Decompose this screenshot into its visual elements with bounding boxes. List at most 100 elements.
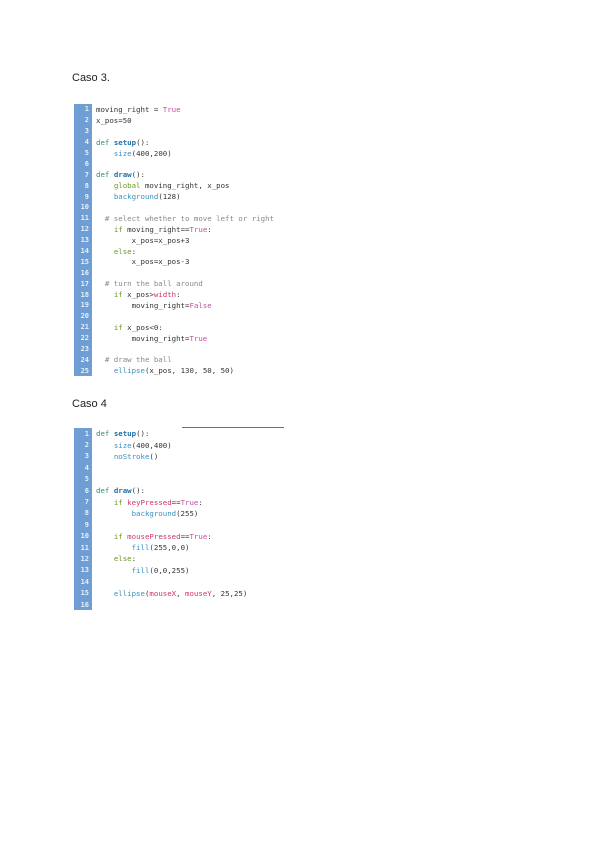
code-token: mousePressed	[127, 531, 181, 541]
code-token: global	[113, 181, 145, 191]
code-line: 4	[74, 462, 286, 474]
code-token: size	[113, 148, 132, 158]
code-text: # draw the ball	[92, 355, 172, 364]
code-text: x_pos=x_pos-3	[92, 257, 190, 266]
code-line: 10 if mousePressed==True:	[74, 530, 286, 542]
line-number: 16	[74, 267, 92, 279]
line-number: 6	[74, 484, 92, 497]
code-line: 25 ellipse(x_pos, 130, 50, 50)	[74, 365, 286, 377]
code-token: def	[96, 429, 114, 439]
line-number: 7	[74, 169, 92, 181]
code-token: # draw the ball	[96, 355, 172, 365]
line-number: 16	[74, 598, 92, 611]
code-token: True	[189, 224, 208, 234]
code-token: ():	[131, 170, 145, 180]
code-token: size	[113, 440, 132, 450]
code-text: def draw():	[92, 170, 145, 179]
code-text: # turn the ball around	[92, 279, 203, 288]
code-token: (128)	[158, 192, 181, 202]
code-text: if keyPressed==True:	[92, 498, 203, 507]
code-text: def setup():	[92, 138, 149, 147]
code-line: 20	[74, 310, 286, 322]
code-token: fill	[131, 543, 150, 553]
code-token: noStroke	[113, 451, 150, 461]
code-token: ()	[149, 451, 159, 461]
code-token: background	[131, 508, 177, 518]
code-text: if moving_right==True:	[92, 225, 212, 234]
code-token: fill	[131, 565, 150, 575]
code-text: fill(255,0,0)	[92, 543, 190, 553]
heading-case-4: Caso 4	[72, 398, 107, 410]
code-token: if	[113, 224, 128, 234]
code-text: noStroke()	[92, 451, 159, 461]
code-block-case-4: 1 def setup(): 2 size(400,400) 3 noStroke()…	[74, 428, 286, 612]
code-text: if x_pos<0:	[92, 323, 163, 332]
line-number: 1	[74, 104, 92, 115]
code-line: 23	[74, 343, 286, 355]
code-token: if	[113, 322, 128, 332]
code-token: moving_right =	[96, 104, 163, 114]
line-number: 15	[74, 587, 92, 599]
line-number: 6	[74, 158, 92, 170]
code-text: def setup():	[92, 429, 149, 438]
code-token: True	[180, 497, 199, 507]
line-number: 12	[74, 553, 92, 565]
code-token: ():	[131, 486, 145, 496]
line-number: 14	[74, 576, 92, 588]
code-line: 1 moving_right = True	[74, 104, 286, 115]
code-line: 5 size(400,200)	[74, 147, 286, 159]
code-token: :	[131, 246, 137, 256]
code-token: (255,0,0)	[149, 543, 190, 553]
code-token: draw	[113, 486, 132, 496]
line-number: 23	[74, 343, 92, 355]
code-token: :	[207, 531, 212, 541]
code-token: :	[198, 497, 203, 507]
code-line: 11 fill(255,0,0)	[74, 541, 286, 554]
code-token: ,	[176, 588, 186, 598]
code-line: 15 x_pos=x_pos-3	[74, 256, 286, 268]
code-line: 1 def setup():	[74, 428, 286, 440]
code-token: x_pos=50	[96, 115, 132, 125]
line-number: 8	[74, 180, 92, 192]
line-number: 3	[74, 450, 92, 463]
code-text: ellipse(mouseX, mouseY, 25,25)	[92, 588, 248, 598]
code-line: 22 moving_right=True	[74, 332, 286, 344]
line-number: 15	[74, 256, 92, 268]
code-token: (0,0,255)	[149, 565, 190, 575]
code-token: mouseX	[149, 588, 177, 598]
code-token: (x_pos, 130, 50, 50)	[144, 366, 234, 376]
code-line: 21 if x_pos<0:	[74, 321, 286, 333]
code-token: # turn the ball around	[96, 279, 203, 289]
code-token: setup	[113, 429, 137, 439]
code-token: if	[113, 497, 128, 507]
line-number: 17	[74, 278, 92, 290]
code-text: if mousePressed==True:	[92, 532, 212, 541]
heading-case-3: Caso 3.	[72, 72, 110, 84]
code-token: setup	[113, 137, 137, 147]
code-token: background	[113, 192, 159, 202]
code-text: else:	[92, 554, 136, 563]
code-line: 15 ellipse(mouseX, mouseY, 25,25)	[74, 587, 286, 599]
line-number: 7	[74, 496, 92, 508]
code-line: 2 size(400,400)	[74, 439, 286, 451]
code-text: else:	[92, 247, 136, 256]
line-number: 4	[74, 462, 92, 474]
code-line: 14	[74, 576, 286, 588]
code-line: 9	[74, 519, 286, 531]
line-number: 11	[74, 541, 92, 554]
line-number: 10	[74, 202, 92, 213]
line-number: 1	[74, 428, 92, 440]
code-text: moving_right = True	[92, 105, 181, 114]
code-line: 8 global moving_right, x_pos	[74, 180, 286, 192]
code-token: ellipse	[113, 366, 145, 376]
code-text: fill(0,0,255)	[92, 565, 190, 575]
code-line: 12 else:	[74, 553, 286, 565]
line-number: 18	[74, 289, 92, 301]
line-number: 24	[74, 354, 92, 366]
